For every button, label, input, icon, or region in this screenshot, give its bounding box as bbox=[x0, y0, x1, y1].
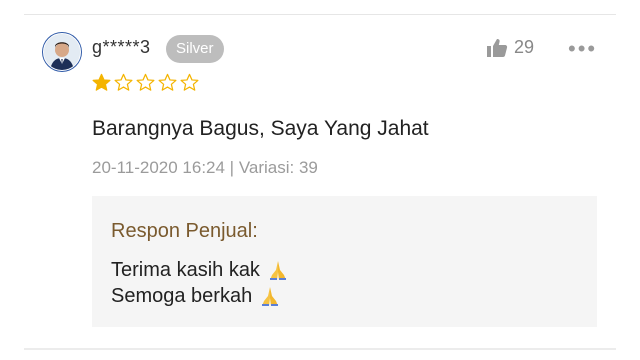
star-empty-icon bbox=[158, 73, 177, 91]
seller-reply-line: Terima kasih kak bbox=[111, 258, 290, 282]
top-divider bbox=[24, 14, 616, 15]
member-badge: Silver bbox=[166, 35, 224, 63]
review-text: Barangnya Bagus, Saya Yang Jahat bbox=[92, 117, 429, 140]
seller-reply-title: Respon Penjual: bbox=[111, 220, 258, 242]
more-options-icon[interactable]: ••• bbox=[568, 36, 597, 62]
avatar[interactable] bbox=[43, 33, 81, 71]
seller-reply-line: Semoga berkah bbox=[111, 284, 282, 308]
star-rating bbox=[92, 73, 199, 92]
folded-hands-icon bbox=[269, 261, 286, 280]
like-count: 29 bbox=[514, 37, 535, 57]
star-filled-icon bbox=[92, 73, 111, 91]
seller-reply-text: Terima kasih kak bbox=[111, 258, 260, 281]
like-button[interactable]: 29 bbox=[486, 37, 534, 58]
reviewer-name: g*****3 bbox=[92, 37, 151, 57]
seller-reply-text: Semoga berkah bbox=[111, 284, 253, 307]
review-meta: 20-11-2020 16:24 | Variasi: 39 bbox=[92, 158, 318, 177]
user-avatar-image bbox=[44, 34, 80, 70]
star-empty-icon bbox=[136, 73, 155, 91]
thumbs-up-icon bbox=[487, 38, 508, 57]
bottom-divider bbox=[24, 348, 616, 350]
folded-hands-icon bbox=[262, 287, 279, 306]
star-empty-icon bbox=[180, 73, 199, 91]
seller-reply-box: Respon Penjual: Terima kasih kak Semoga … bbox=[92, 196, 597, 327]
star-empty-icon bbox=[114, 73, 133, 91]
